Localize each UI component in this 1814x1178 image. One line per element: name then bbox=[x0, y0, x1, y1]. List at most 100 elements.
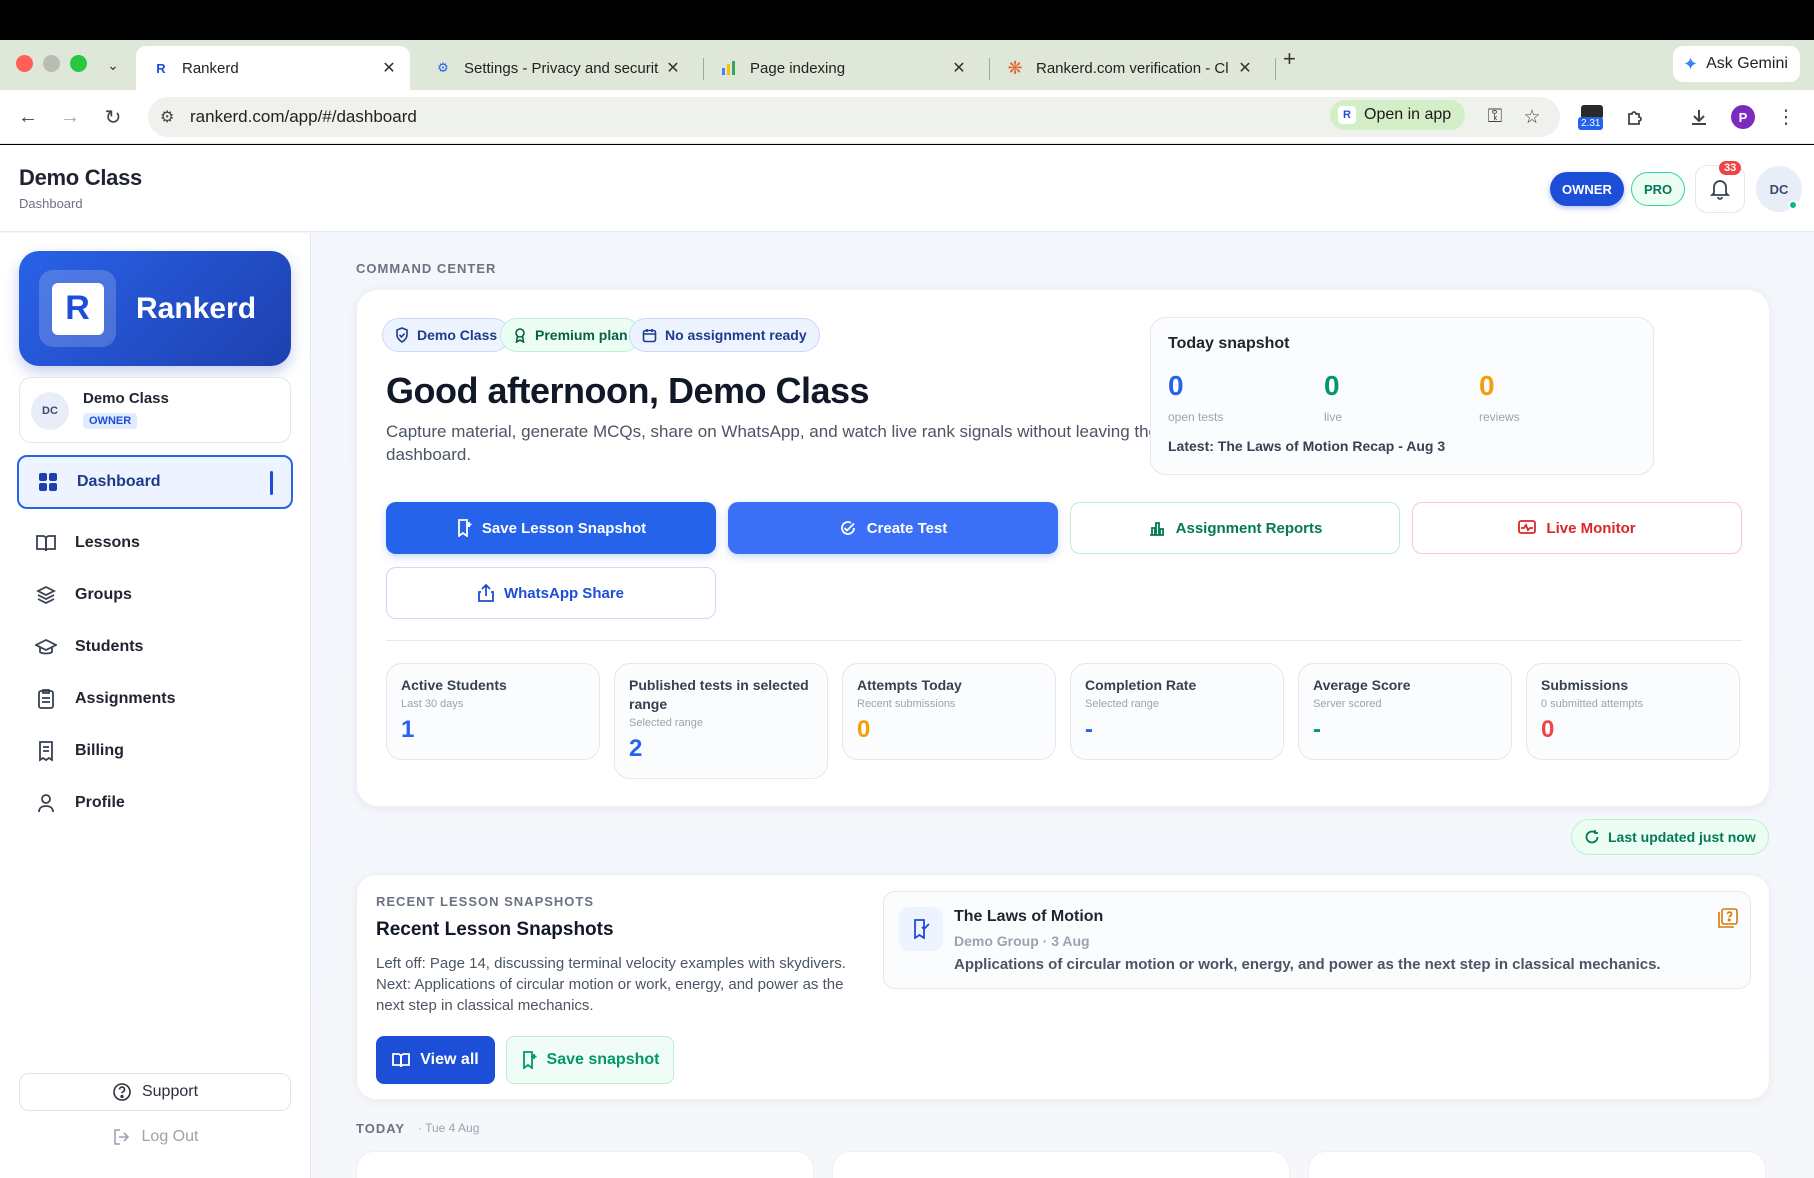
create-test-button[interactable]: Create Test bbox=[728, 502, 1058, 554]
stat-value: 1 bbox=[401, 716, 415, 743]
tab-close-icon[interactable]: ✕ bbox=[380, 59, 398, 77]
stat-value: 0 bbox=[857, 716, 871, 743]
lesson-snapshot-item[interactable]: The Laws of Motion Demo Group · 3 Aug Ap… bbox=[883, 891, 1751, 989]
sidebar-item-label: Students bbox=[75, 638, 144, 655]
today-card bbox=[1308, 1151, 1766, 1178]
reload-icon[interactable]: ↻ bbox=[100, 104, 126, 130]
tab-title: Rankerd bbox=[182, 59, 239, 77]
open-in-app-button[interactable]: R Open in app bbox=[1330, 100, 1466, 130]
open-in-app-label: Open in app bbox=[1364, 106, 1452, 123]
org-role-badge: OWNER bbox=[83, 413, 138, 429]
reviews-value: 0 bbox=[1479, 370, 1495, 401]
notification-count-badge: 33 bbox=[1719, 161, 1742, 175]
stat-active-students: Active Students Last 30 days 1 bbox=[386, 663, 600, 760]
button-label: Live Monitor bbox=[1546, 519, 1636, 537]
url-text[interactable]: rankerd.com/app/#/dashboard bbox=[190, 107, 417, 127]
sidebar-item-students[interactable]: Students bbox=[17, 620, 293, 674]
bookmark-plus-icon bbox=[521, 1051, 537, 1069]
browser-profile-avatar[interactable]: P bbox=[1731, 105, 1755, 129]
logout-button[interactable]: Log Out bbox=[19, 1118, 291, 1156]
grid-icon bbox=[37, 471, 59, 493]
check-pencil-icon bbox=[839, 519, 857, 537]
stat-average-score: Average Score Server scored - bbox=[1298, 663, 1512, 760]
forward-arrow-icon[interactable]: → bbox=[57, 104, 83, 130]
clipboard-icon bbox=[35, 688, 57, 710]
sidebar-item-lessons[interactable]: Lessons bbox=[17, 516, 293, 570]
sidebar-item-profile[interactable]: Profile bbox=[17, 776, 293, 830]
live-monitor-button[interactable]: Live Monitor bbox=[1412, 502, 1742, 554]
stat-sub: Recent submissions bbox=[857, 698, 956, 710]
tab-title: Settings - Privacy and securit bbox=[464, 59, 659, 77]
share-icon bbox=[478, 584, 494, 602]
main-content: COMMAND CENTER Demo Class Premium plan N… bbox=[312, 233, 1814, 1178]
rankerd-logo-mark: R bbox=[51, 282, 104, 335]
ask-gemini-button[interactable]: ✦ Ask Gemini bbox=[1673, 46, 1800, 82]
org-switcher[interactable]: DC Demo Class OWNER bbox=[19, 377, 291, 443]
recent-description: Left off: Page 14, discussing terminal v… bbox=[376, 955, 846, 1014]
support-label: Support bbox=[141, 1083, 199, 1100]
new-tab-plus-icon[interactable]: + bbox=[1283, 46, 1296, 72]
browser-menu-kebab-icon[interactable]: ⋮ bbox=[1773, 104, 1799, 130]
last-updated-label: Last updated just now bbox=[1608, 829, 1756, 845]
password-key-icon[interactable]: ⚿ bbox=[1482, 104, 1508, 130]
view-all-button[interactable]: View all bbox=[376, 1036, 495, 1084]
whatsapp-share-button[interactable]: WhatsApp Share bbox=[386, 567, 716, 619]
button-label: Create Test bbox=[866, 519, 948, 537]
last-updated-badge[interactable]: Last updated just now bbox=[1571, 819, 1769, 855]
brand-card[interactable]: R Rankerd bbox=[19, 251, 291, 366]
browser-tab-page-indexing[interactable]: Page indexing ✕ bbox=[704, 46, 980, 90]
tab-close-icon[interactable]: ✕ bbox=[1236, 59, 1254, 77]
assignment-reports-button[interactable]: Assignment Reports bbox=[1070, 502, 1400, 554]
browser-tab-settings[interactable]: ⚙ Settings - Privacy and securit ✕ bbox=[418, 46, 694, 90]
sidebar-item-label: Lessons bbox=[75, 534, 140, 551]
extensions-puzzle-icon[interactable] bbox=[1622, 104, 1648, 130]
save-snapshot-button[interactable]: Save snapshot bbox=[506, 1036, 674, 1084]
button-label: Save snapshot bbox=[546, 1051, 660, 1068]
window-minimize-button[interactable] bbox=[43, 55, 60, 72]
sidebar-item-groups[interactable]: Groups bbox=[17, 568, 293, 622]
window-maximize-button[interactable] bbox=[70, 55, 87, 72]
support-button[interactable]: Support bbox=[19, 1073, 291, 1111]
bookmark-star-icon[interactable]: ☆ bbox=[1519, 104, 1545, 130]
button-label: Assignment Reports bbox=[1175, 519, 1323, 537]
stat-published-tests: Published tests in selected range Select… bbox=[614, 663, 828, 779]
download-icon[interactable] bbox=[1686, 104, 1712, 130]
browser-tab-rankerd[interactable]: R Rankerd ✕ bbox=[136, 46, 410, 90]
tab-separator bbox=[1275, 58, 1276, 80]
sidebar-item-dashboard[interactable]: Dashboard bbox=[17, 455, 293, 509]
back-arrow-icon[interactable]: ← bbox=[15, 104, 41, 130]
extension-icon[interactable]: 2.31 bbox=[1578, 105, 1608, 131]
plan-chip: Premium plan bbox=[500, 318, 641, 352]
search-console-icon bbox=[720, 59, 738, 77]
sidebar: R Rankerd DC Demo Class OWNER Dashboard … bbox=[0, 233, 311, 1178]
sidebar-item-billing[interactable]: Billing bbox=[17, 724, 293, 778]
bookmark-plus-icon bbox=[456, 519, 472, 537]
book-icon bbox=[35, 532, 57, 554]
site-settings-icon[interactable]: ⚙ bbox=[160, 107, 180, 127]
rankerd-logo: R bbox=[39, 270, 116, 347]
window-close-button[interactable] bbox=[16, 55, 33, 72]
stat-label: Completion Rate bbox=[1085, 677, 1197, 693]
monitor-pulse-icon bbox=[1518, 520, 1537, 536]
online-status-dot bbox=[1788, 200, 1798, 210]
stat-attempts-today: Attempts Today Recent submissions 0 bbox=[842, 663, 1056, 760]
assignment-status-chip: No assignment ready bbox=[629, 318, 820, 352]
stat-completion-rate: Completion Rate Selected range - bbox=[1070, 663, 1284, 760]
book-open-icon bbox=[392, 1052, 411, 1068]
browser-tab-verification[interactable]: ❋ Rankerd.com verification - Cl ✕ bbox=[990, 46, 1266, 90]
tab-search-chevron-icon[interactable]: ⌄ bbox=[102, 54, 124, 76]
tab-close-icon[interactable]: ✕ bbox=[664, 59, 682, 77]
class-chip: Demo Class bbox=[382, 318, 511, 352]
today-snapshot-panel: Today snapshot 0 open tests 0 live 0 rev… bbox=[1150, 317, 1654, 475]
button-label: View all bbox=[420, 1051, 479, 1068]
receipt-icon bbox=[35, 740, 57, 762]
section-eyebrow: COMMAND CENTER bbox=[356, 261, 497, 276]
active-indicator bbox=[270, 471, 273, 495]
sidebar-item-assignments[interactable]: Assignments bbox=[17, 672, 293, 726]
save-lesson-snapshot-button[interactable]: Save Lesson Snapshot bbox=[386, 502, 716, 554]
tab-close-icon[interactable]: ✕ bbox=[950, 59, 968, 77]
logout-label: Log Out bbox=[141, 1128, 199, 1145]
logout-icon bbox=[113, 1129, 129, 1145]
quiz-icon[interactable] bbox=[1718, 908, 1738, 933]
stat-sub: Last 30 days bbox=[401, 698, 464, 710]
